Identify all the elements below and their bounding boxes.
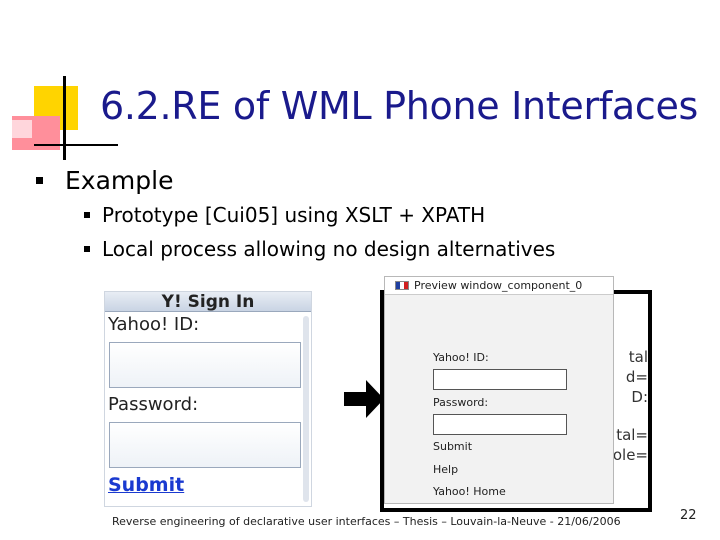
logo-light-pink-square [12, 120, 32, 138]
preview-password-label: Password: [433, 396, 489, 409]
sub-bullet-1: Prototype [Cui05] using XSLT + XPATH [84, 203, 485, 227]
bullet-label: Example [65, 166, 174, 195]
frame-text-line: D: [631, 388, 648, 406]
bullet-square-icon [36, 177, 43, 184]
yahoo-submit-link[interactable]: Submit [108, 474, 184, 496]
preview-password-input[interactable] [433, 414, 567, 435]
bullet-square-icon [84, 246, 90, 252]
sub-bullet-2: Local process allowing no design alterna… [84, 237, 555, 261]
logo-vertical-line [63, 76, 66, 160]
frame-text-line: tal [628, 348, 648, 366]
slide-footer: Reverse engineering of declarative user … [112, 515, 621, 528]
bullet-square-icon [84, 212, 90, 218]
sub-bullet-label: Prototype [Cui05] using XSLT + XPATH [102, 203, 486, 227]
yahoo-scrollbar[interactable] [303, 316, 309, 502]
preview-id-input[interactable] [433, 369, 567, 390]
yahoo-password-label: Password: [108, 394, 199, 415]
preview-help-link[interactable]: Help [433, 463, 458, 476]
yahoo-id-label: Yahoo! ID: [108, 314, 200, 335]
frame-text-line: tal= [616, 426, 648, 444]
preview-window: Preview window_component_0 Yahoo! ID: Pa… [384, 276, 614, 504]
logo-horizontal-line [34, 144, 118, 146]
preview-title: Preview window_component_0 [414, 278, 583, 292]
page-number: 22 [680, 508, 697, 523]
bullet-example: Example [36, 166, 173, 195]
preview-id-label: Yahoo! ID: [433, 351, 489, 364]
flag-stripe-red [404, 282, 408, 289]
preview-title-bar[interactable]: Preview window_component_0 [385, 277, 613, 295]
preview-home-link[interactable]: Yahoo! Home [433, 485, 506, 498]
preview-submit-link[interactable]: Submit [433, 440, 472, 453]
yahoo-id-field[interactable] [109, 342, 301, 388]
yahoo-password-field[interactable] [109, 422, 301, 468]
frame-text-line: d= [625, 368, 648, 386]
yahoo-signin-screenshot: Y! Sign In Yahoo! ID: Password: Submit [104, 291, 312, 507]
right-arrow-icon [344, 380, 384, 418]
sub-bullet-label: Local process allowing no design alterna… [102, 237, 556, 261]
yahoo-title-bar: Y! Sign In [105, 292, 311, 312]
slide-title: 6.2.RE of WML Phone Interfaces [100, 84, 699, 128]
frame-text-line: ole= [612, 446, 648, 464]
flag-icon [395, 281, 409, 290]
